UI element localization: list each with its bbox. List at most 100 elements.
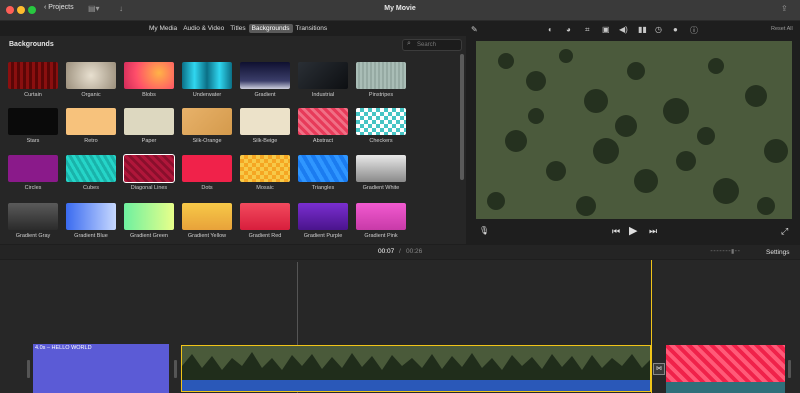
background-label: Mosaic (256, 185, 274, 191)
zoom-slider[interactable]: ⁃⁃⁃⁃⁃⁃⁃▮⁃⁃ (710, 248, 740, 255)
background-thumbnail[interactable] (356, 108, 406, 135)
background-label: Gradient Blue (74, 233, 108, 239)
tab-my-media[interactable]: My Media (146, 24, 180, 33)
volume-icon[interactable]: ◀) (619, 25, 628, 34)
settings-button[interactable]: Settings (766, 249, 790, 256)
background-thumbnail[interactable] (182, 62, 232, 89)
background-thumbnail[interactable] (356, 155, 406, 182)
background-label: Silk-Orange (192, 138, 222, 144)
background-thumbnail[interactable] (8, 108, 58, 135)
background-thumbnail[interactable] (182, 155, 232, 182)
background-label: Underwater (192, 92, 222, 98)
title-clip[interactable] (33, 344, 169, 393)
speed-icon[interactable]: ◷ (655, 25, 662, 34)
voiceover-icon[interactable]: 🎙 (479, 226, 489, 235)
background-label: Circles (24, 185, 42, 191)
background-label: Retro (84, 138, 98, 144)
noise-reduction-icon[interactable]: ▮▮ (638, 25, 647, 34)
background-thumbnail[interactable] (298, 62, 348, 89)
background-label: Industrial (311, 92, 335, 98)
background-label: Gradient Purple (303, 233, 343, 239)
background-label: Blobs (142, 92, 156, 98)
window-title: My Movie (384, 5, 416, 12)
share-icon[interactable]: ⇪ (781, 4, 788, 13)
fullscreen-icon[interactable]: ⤢ (781, 226, 788, 237)
tab-audio-video[interactable]: Audio & Video (180, 24, 227, 33)
stabilization-icon[interactable]: ▣ (602, 25, 610, 34)
tab-backgrounds[interactable]: Backgrounds (248, 24, 293, 33)
background-label: Gradient (254, 92, 276, 98)
background-label: Dots (201, 185, 213, 191)
clip-trim-handle[interactable] (174, 360, 177, 378)
magic-wand-icon[interactable]: ✎ (471, 25, 478, 34)
background-thumbnail[interactable] (124, 108, 174, 135)
background-thumbnail[interactable] (240, 155, 290, 182)
background-thumbnail[interactable] (182, 108, 232, 135)
background-clip[interactable] (666, 345, 785, 393)
background-label: Abstract (312, 138, 334, 144)
background-thumbnail[interactable] (240, 108, 290, 135)
viewer-frame (476, 41, 792, 219)
background-thumbnail[interactable] (66, 108, 116, 135)
background-thumbnail[interactable] (124, 203, 174, 230)
background-label: Silk-Beige (252, 138, 278, 144)
background-thumbnail[interactable] (240, 62, 290, 89)
background-label: Cubes (83, 185, 99, 191)
playhead[interactable] (651, 260, 652, 393)
search-icon: ⌕ (407, 40, 411, 47)
background-thumbnail[interactable] (124, 62, 174, 89)
tab-transitions[interactable]: Transitions (293, 24, 331, 33)
color-correction-icon[interactable]: ◕ (566, 25, 571, 34)
background-label: Pinstripes (368, 92, 394, 98)
time-separator: / (399, 248, 401, 255)
background-label: Gradient Red (248, 233, 282, 239)
background-label: Triangles (311, 185, 335, 191)
background-label: Stars (26, 138, 40, 144)
video-clip[interactable] (181, 345, 651, 392)
background-clip-audio (666, 382, 785, 393)
background-label: Curtain (24, 92, 42, 98)
background-thumbnail[interactable] (66, 203, 116, 230)
background-thumbnail[interactable] (66, 155, 116, 182)
background-thumbnail[interactable] (123, 154, 175, 183)
tab-titles[interactable]: Titles (227, 24, 248, 33)
browser-tabs: My Media Audio & Video Titles Background… (146, 24, 330, 33)
skip-forward-icon[interactable]: ⏭ (649, 226, 657, 237)
browser-scrollbar[interactable] (460, 54, 464, 180)
background-thumbnail[interactable] (240, 203, 290, 230)
background-thumbnail[interactable] (356, 62, 406, 89)
crop-icon[interactable]: ⌗ (585, 25, 590, 35)
transition-icon[interactable]: ⋈ (653, 363, 665, 375)
section-title: Backgrounds (9, 41, 54, 48)
video-viewer (476, 41, 792, 219)
background-label: Checkers (369, 138, 393, 144)
reset-all-button[interactable]: Reset All (771, 26, 793, 32)
background-thumbnail[interactable] (8, 203, 58, 230)
clip-trim-handle[interactable] (27, 360, 30, 378)
search-field[interactable]: ⌕ Search (402, 39, 462, 51)
play-icon[interactable]: ▶ (629, 224, 637, 237)
background-thumbnail[interactable] (182, 203, 232, 230)
background-thumbnail[interactable] (8, 62, 58, 89)
title-clip-label: 4.0s – HELLO WORLD (35, 345, 92, 351)
background-thumbnail[interactable] (298, 203, 348, 230)
clip-filter-icon[interactable]: ● (673, 25, 678, 34)
background-thumbnail[interactable] (298, 108, 348, 135)
background-thumbnail[interactable] (66, 62, 116, 89)
video-clip-filmstrip (182, 346, 650, 391)
info-icon[interactable]: ⓘ (690, 25, 698, 36)
background-thumbnail[interactable] (298, 155, 348, 182)
background-label: Gradient Green (130, 233, 168, 239)
color-balance-icon[interactable]: ◐ (548, 25, 553, 34)
current-time: 00:07 (378, 248, 395, 255)
total-time: 00:26 (406, 248, 423, 255)
skip-back-icon[interactable]: ⏮ (612, 226, 620, 237)
background-thumbnail[interactable] (356, 203, 406, 230)
background-label: Diagonal Lines (130, 185, 168, 191)
background-label: Paper (141, 138, 157, 144)
search-placeholder: Search (417, 42, 437, 48)
clip-trim-handle[interactable] (788, 360, 791, 378)
background-label: Gradient Pink (364, 233, 398, 239)
background-thumbnail[interactable] (8, 155, 58, 182)
background-label: Organic (81, 92, 101, 98)
